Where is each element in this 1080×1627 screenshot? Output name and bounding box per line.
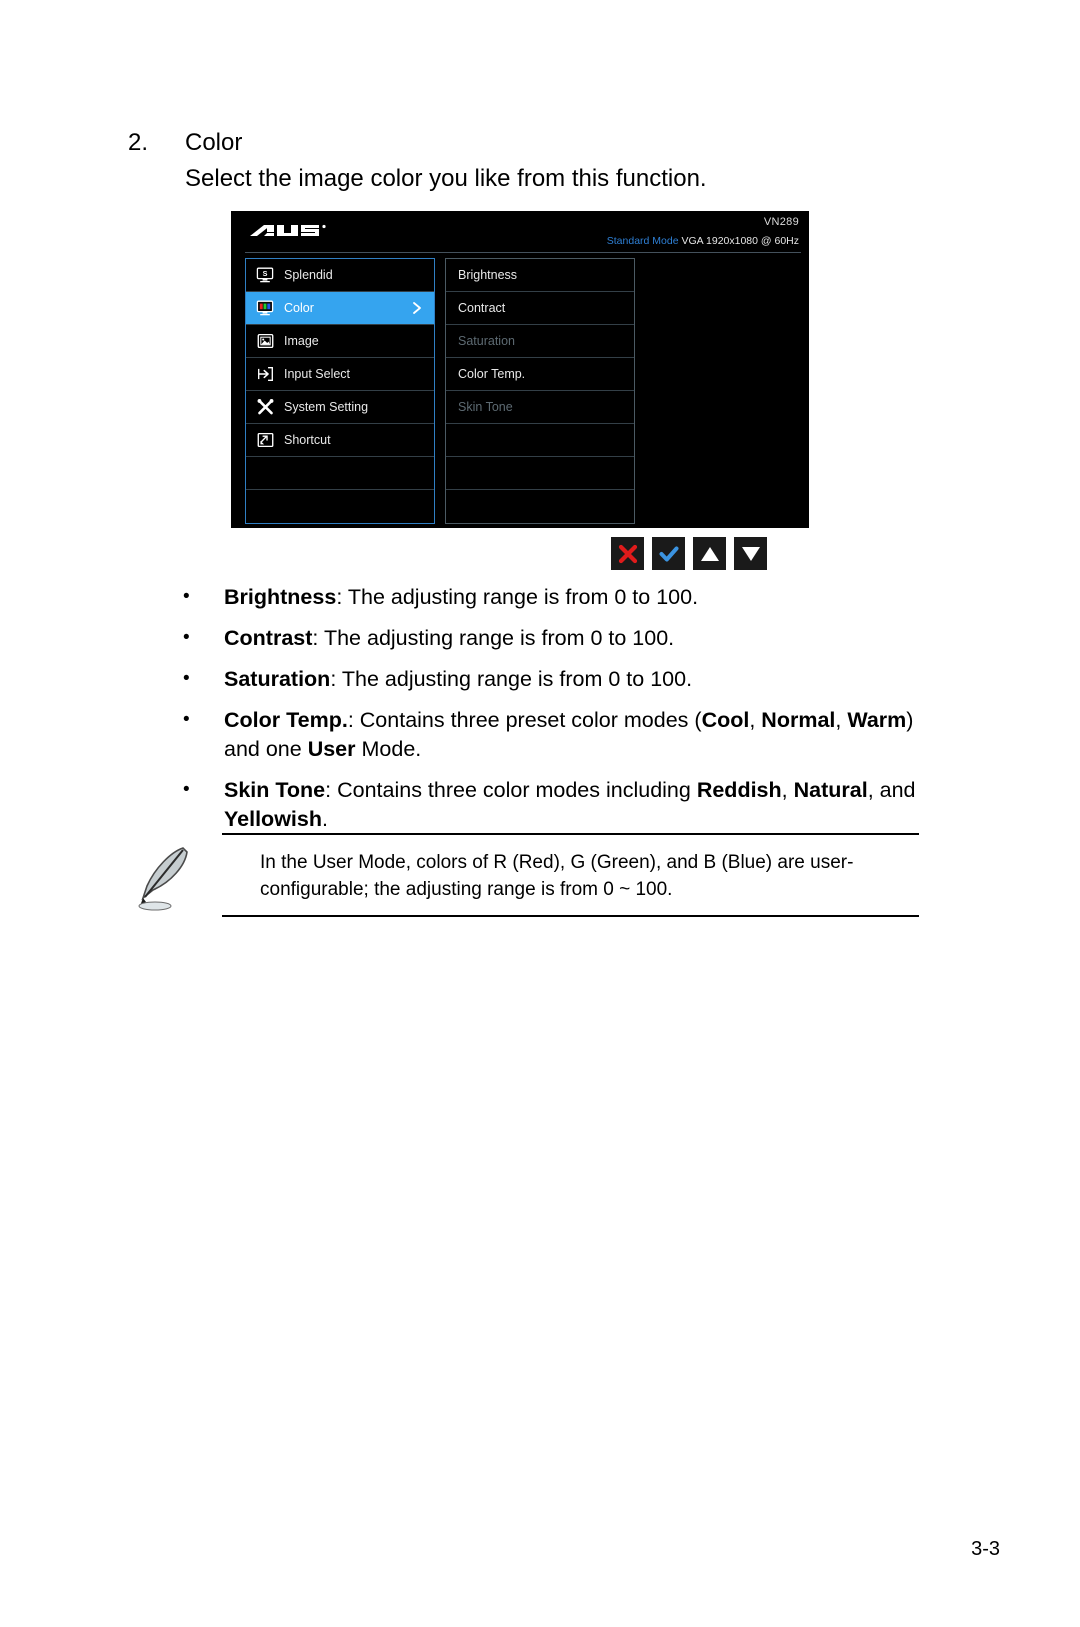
check-mark-icon	[659, 546, 678, 561]
osd-submenu-item-brightness[interactable]: Brightness	[446, 259, 634, 292]
osd-menu-item-label: Splendid	[284, 268, 333, 282]
bullet-tail-bold: Yellowish	[224, 807, 322, 831]
osd-control-buttons	[611, 537, 767, 570]
shortcut-icon	[246, 432, 284, 448]
osd-model-label: VN289	[763, 216, 799, 228]
bullet-separator: ,	[781, 778, 794, 802]
osd-menu-columns: S Splendid Color Image Input Select Syst…	[245, 258, 635, 524]
osd-menu-item-label: Image	[284, 334, 319, 348]
bullet-contrast: Contrast: The adjusting range is from 0 …	[179, 623, 919, 653]
osd-menu-item-system-setting[interactable]: System Setting	[246, 391, 434, 424]
bullet-separator: ,	[749, 708, 762, 732]
bullet-term: Contrast	[224, 626, 313, 650]
bullet-term: Skin Tone	[224, 778, 326, 802]
osd-screenshot: VN289 Standard Mode VGA 1920x1080 @ 60Hz…	[231, 211, 809, 528]
note-line-1: In the User Mode, colors of R (Red), G (…	[260, 852, 854, 873]
bullet-saturation: Saturation: The adjusting range is from …	[179, 664, 919, 694]
close-button[interactable]	[611, 537, 644, 570]
note-box: In the User Mode, colors of R (Red), G (…	[222, 833, 919, 917]
step-heading: 2. Color	[128, 128, 928, 158]
osd-menu-item-empty	[246, 457, 434, 490]
triangle-up-icon	[700, 546, 719, 561]
bullet-tail-end: .	[321, 807, 328, 831]
wrench-tools-icon	[246, 398, 284, 416]
osd-menu-item-splendid[interactable]: S Splendid	[246, 259, 434, 292]
bullet-text: : Contains three color modes including	[325, 778, 697, 802]
note-bottom-divider	[222, 915, 919, 917]
bullet-separator: ,	[835, 708, 848, 732]
bullet-term: Color Temp.	[224, 708, 348, 732]
osd-submenu-item-empty	[446, 457, 634, 490]
osd-submenu-item-label: Saturation	[458, 334, 515, 348]
osd-menu-item-empty	[246, 490, 434, 523]
osd-submenu-item-label: Contract	[458, 301, 506, 315]
bullet-term: Brightness	[224, 585, 337, 609]
bullet-text: : The adjusting range is from 0 to 100.	[312, 626, 675, 650]
chevron-right-icon	[413, 302, 421, 314]
bullet-tail-end: Mode.	[355, 737, 422, 761]
osd-submenu-item-empty	[446, 490, 634, 523]
svg-text:S: S	[263, 269, 268, 278]
osd-main-menu: S Splendid Color Image Input Select Syst…	[245, 258, 435, 524]
osd-header: VN289 Standard Mode VGA 1920x1080 @ 60Hz	[231, 211, 809, 253]
osd-menu-item-image[interactable]: Image	[246, 325, 434, 358]
osd-submenu-item-empty	[446, 424, 634, 457]
bullet-emphasis-natural: Natural	[793, 778, 868, 802]
bullet-emphasis-normal: Normal	[761, 708, 836, 732]
osd-menu-item-label: System Setting	[284, 400, 369, 414]
osd-menu-item-shortcut[interactable]: Shortcut	[246, 424, 434, 457]
bullet-emphasis-cool: Cool	[701, 708, 750, 732]
page-number: 3-3	[971, 1538, 1000, 1560]
confirm-button[interactable]	[652, 537, 685, 570]
osd-menu-item-label: Input Select	[284, 367, 351, 381]
asus-logo-icon	[250, 224, 326, 236]
osd-submenu-item-label: Brightness	[458, 268, 518, 282]
step-description: Select the image color you like from thi…	[185, 165, 707, 192]
osd-status-mode: Standard Mode	[606, 235, 679, 247]
splendid-monitor-icon: S	[246, 267, 284, 283]
bullet-term: Saturation	[224, 667, 331, 691]
bullet-text: : Contains three preset color modes (	[347, 708, 702, 732]
bullet-tail: , and	[867, 778, 916, 802]
note-line-2: configurable; the adjusting range is fro…	[260, 879, 673, 900]
bullet-brightness: Brightness: The adjusting range is from …	[179, 582, 919, 612]
osd-submenu-item-label: Color Temp.	[458, 367, 526, 381]
input-arrow-icon	[246, 366, 284, 382]
step-number: 2.	[128, 129, 149, 156]
osd-status-bar: Standard Mode VGA 1920x1080 @ 60Hz	[607, 235, 799, 247]
step-title: Color	[185, 129, 243, 156]
bullet-emphasis-warm: Warm	[847, 708, 907, 732]
osd-submenu-item-label: Skin Tone	[458, 400, 513, 414]
osd-submenu-item-saturation: Saturation	[446, 325, 634, 358]
note-text: In the User Mode, colors of R (Red), G (…	[222, 835, 919, 915]
close-x-icon	[618, 544, 637, 563]
bullet-emphasis-reddish: Reddish	[696, 778, 782, 802]
osd-menu-item-input-select[interactable]: Input Select	[246, 358, 434, 391]
osd-header-divider	[245, 252, 801, 253]
osd-submenu-item-contract[interactable]: Contract	[446, 292, 634, 325]
bullet-text: : The adjusting range is from 0 to 100.	[336, 585, 699, 609]
osd-status-input: VGA	[681, 235, 704, 247]
down-button[interactable]	[734, 537, 767, 570]
bullet-text: : The adjusting range is from 0 to 100.	[330, 667, 693, 691]
bullet-color-temp: Color Temp.: Contains three preset color…	[179, 705, 919, 764]
feature-bullet-list: Brightness: The adjusting range is from …	[179, 582, 919, 846]
bullet-skin-tone: Skin Tone: Contains three color modes in…	[179, 775, 919, 834]
osd-status-resolution: 1920x1080 @ 60Hz	[706, 235, 799, 247]
quill-pen-icon	[138, 847, 188, 911]
bullet-tail-bold: User	[307, 737, 356, 761]
osd-submenu-item-skin-tone: Skin Tone	[446, 391, 634, 424]
osd-submenu-item-color-temp[interactable]: Color Temp.	[446, 358, 634, 391]
osd-sub-menu: Brightness Contract Saturation Color Tem…	[445, 258, 635, 524]
osd-menu-item-label: Shortcut	[284, 433, 331, 447]
triangle-down-icon	[741, 546, 760, 561]
osd-menu-item-color[interactable]: Color	[246, 292, 434, 325]
color-rgb-monitor-icon	[246, 300, 284, 316]
image-picture-icon	[246, 333, 284, 349]
up-button[interactable]	[693, 537, 726, 570]
